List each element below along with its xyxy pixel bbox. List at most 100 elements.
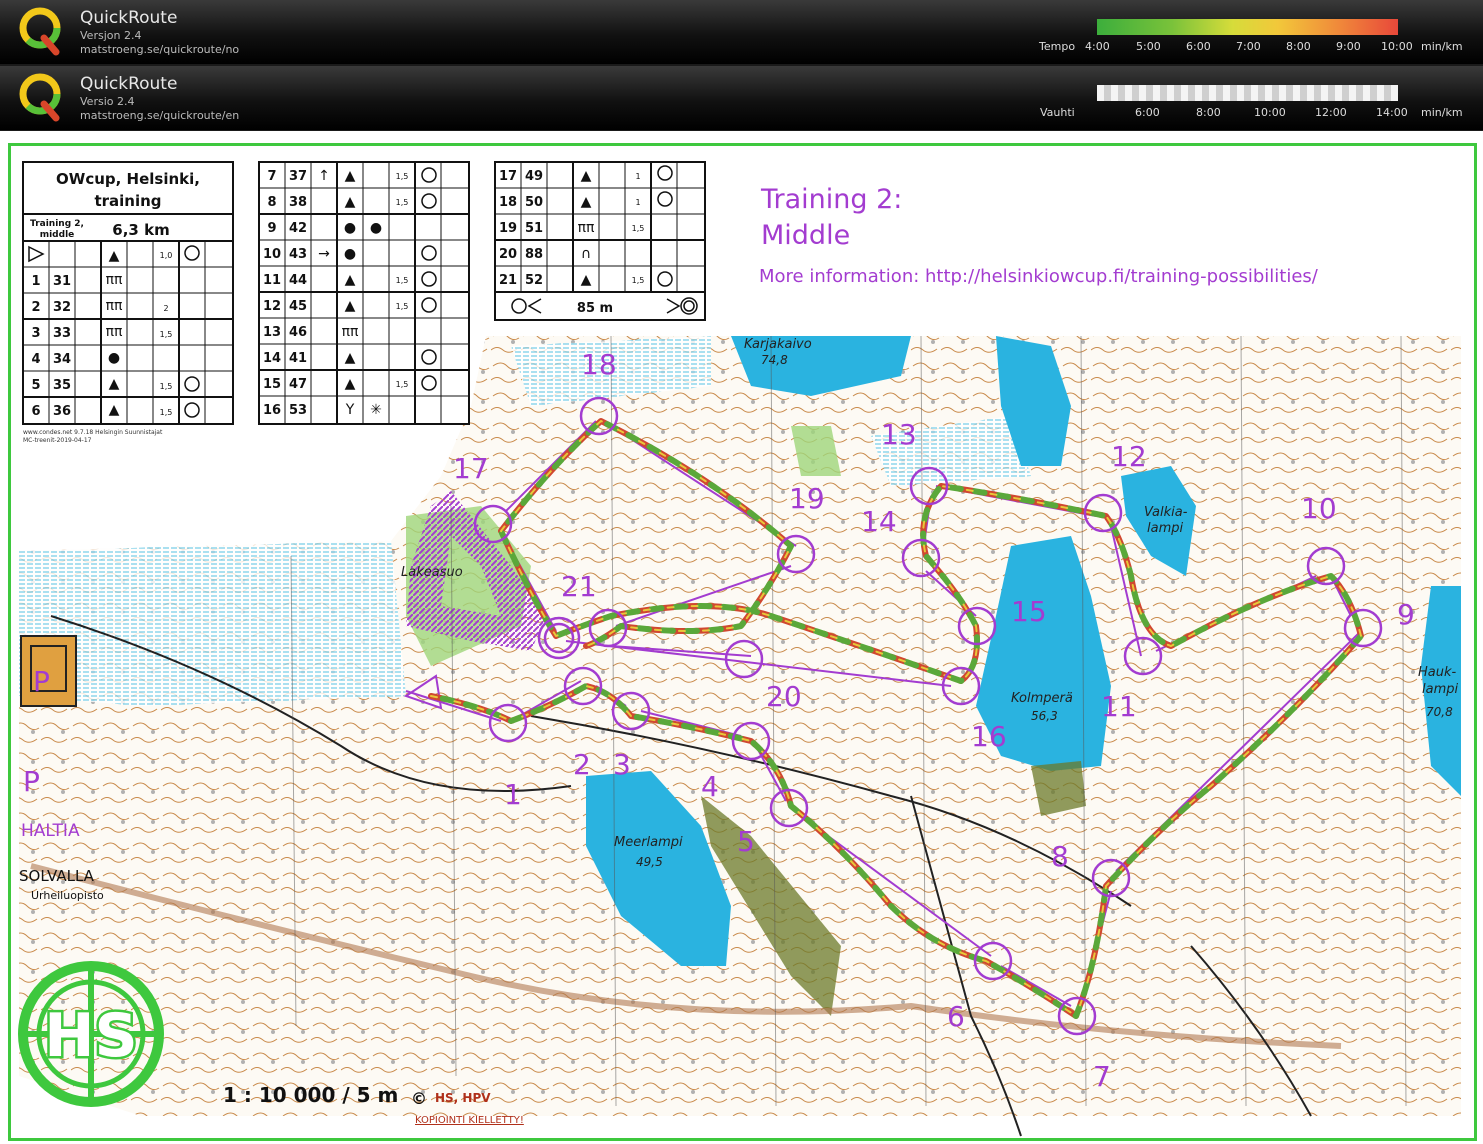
size-value: 1,5 [632, 276, 645, 285]
control-number: 3 [613, 748, 631, 781]
row-number: 14 [263, 351, 281, 366]
control-number: 12 [1111, 440, 1147, 473]
boulder-symbol-icon: ● [108, 350, 120, 366]
legend-tick: 10:00 [1254, 106, 1286, 119]
control-code: 37 [289, 169, 307, 184]
control-code: 38 [289, 195, 307, 210]
place-name: Valkia- [1144, 505, 1188, 520]
control-code: 46 [289, 325, 307, 340]
legend-tick: 8:00 [1286, 40, 1311, 53]
copy-notice: KOPIOINTI KIELLETTY! [415, 1115, 524, 1126]
size-value: 1,0 [160, 251, 173, 260]
legend-unit: min/km [1421, 40, 1463, 53]
row-number: 10 [263, 247, 281, 262]
legend-tick: 9:00 [1336, 40, 1361, 53]
control-code: 42 [289, 221, 307, 236]
haltia-label: HALTIA [21, 821, 80, 841]
control-number: 10 [1301, 492, 1337, 525]
finish-distance: 85 m [577, 301, 613, 316]
quickroute-logo-icon [19, 7, 61, 56]
row-number: 12 [263, 299, 281, 314]
card-footer: MC-treenit-2019-04-17 [23, 437, 92, 444]
card-footer: www.condes.net 9.7.18 Helsingin Suunnist… [23, 429, 163, 436]
gully-symbol-icon: ∩ [581, 246, 591, 262]
size-value: 1,5 [160, 382, 173, 391]
row-number: 9 [267, 221, 276, 236]
knoll-symbol-icon: ▲ [345, 272, 356, 288]
control-number: 18 [581, 348, 617, 381]
knoll-symbol-icon: ▲ [581, 194, 592, 210]
row-number: 5 [31, 378, 40, 393]
knoll-symbol-icon: ▲ [581, 168, 592, 184]
control-number: 19 [789, 482, 825, 515]
map-canvas[interactable]: 1 2 3 4 5 6 7 8 9 10 11 12 13 14 15 16 1… [11, 146, 1474, 1138]
control-number: 11 [1101, 690, 1137, 723]
control-description-card-2: 7 37 8 38 9 42 10 43 11 44 12 45 13 46 1… [258, 161, 470, 425]
club-logo-text: HS [44, 1001, 137, 1071]
card-title-line: training [94, 192, 161, 210]
knoll-symbol-icon: ▲ [345, 168, 356, 184]
app-url: matstroeng.se/quickroute/en [80, 109, 240, 122]
urheiluopisto-label: Urheiluopisto [31, 889, 104, 902]
row-number: 2 [31, 300, 40, 315]
orienteering-map[interactable]: 1 2 3 4 5 6 7 8 9 10 11 12 13 14 15 16 1… [8, 143, 1477, 1141]
legend-tick: 6:00 [1186, 40, 1211, 53]
pace-grey-legend [1097, 85, 1398, 101]
map-viewport[interactable]: 1 2 3 4 5 6 7 8 9 10 11 12 13 14 15 16 1… [0, 131, 1483, 1144]
row-number: 17 [499, 169, 517, 184]
training-title: Training 2: [760, 184, 902, 215]
control-code: 34 [53, 352, 71, 367]
place-name: Meerlampi [614, 835, 683, 850]
legend-title: Tempo [1039, 40, 1076, 53]
size-value: 1,5 [396, 172, 409, 181]
row-number: 21 [499, 273, 517, 288]
fence-symbol-icon: ππ [106, 272, 123, 288]
place-name: Hauk- [1418, 665, 1457, 680]
knoll-symbol-icon: ▲ [109, 248, 120, 264]
row-number: 18 [499, 195, 517, 210]
parking-label: P [23, 765, 40, 798]
control-code: 52 [525, 273, 543, 288]
control-number: 16 [971, 720, 1007, 753]
legend-tick: 12:00 [1315, 106, 1347, 119]
row-number: 1 [31, 274, 40, 289]
copyright-holder: HS, HPV [435, 1091, 491, 1105]
control-number: 5 [737, 825, 755, 858]
control-code: 41 [289, 351, 307, 366]
fence-symbol-icon: ππ [106, 324, 123, 340]
control-code: 44 [289, 273, 307, 288]
app-version: Versjon 2.4 [80, 29, 142, 42]
knoll-symbol-icon: ▲ [345, 298, 356, 314]
size-value: 1,5 [396, 380, 409, 389]
legend-tick: 14:00 [1376, 106, 1408, 119]
training-subtitle: Middle [761, 220, 850, 251]
size-value: 1,5 [632, 224, 645, 233]
control-number: 7 [1093, 1060, 1111, 1093]
control-number: 2 [573, 748, 591, 781]
control-code: 88 [525, 247, 543, 262]
control-number: 6 [947, 1000, 965, 1033]
course-length: 6,3 km [112, 221, 169, 239]
size-value: 2 [163, 304, 168, 313]
size-value: 1,5 [396, 198, 409, 207]
class-label: middle [40, 230, 75, 240]
control-description-card-3: 17 49 18 50 19 51 20 88 21 52 85 m 1 1 1… [494, 161, 706, 321]
knoll-symbol-icon: ▲ [109, 402, 120, 418]
control-number: 1 [504, 778, 522, 811]
size-value: 1,5 [160, 408, 173, 417]
legend-tick: 10:00 [1381, 40, 1413, 53]
control-number: 17 [453, 452, 489, 485]
map-scale: 1 : 10 000 / 5 m [223, 1083, 398, 1107]
control-number: 13 [881, 418, 917, 451]
legend-tick: 7:00 [1236, 40, 1261, 53]
control-number: 8 [1051, 840, 1069, 873]
place-name: lampi [1147, 521, 1183, 536]
thicket-symbol-icon: ✳ [370, 402, 382, 418]
control-number: 20 [766, 680, 802, 713]
info-link[interactable]: More information: http://helsinkiowcup.f… [759, 266, 1319, 287]
size-value: 1 [635, 172, 640, 181]
knoll-symbol-icon: ▲ [345, 376, 356, 392]
app-header-norwegian: QuickRoute Versjon 2.4 matstroeng.se/qui… [0, 0, 1483, 64]
boulder-symbol-icon: ● [344, 246, 356, 262]
row-number: 6 [31, 404, 40, 419]
